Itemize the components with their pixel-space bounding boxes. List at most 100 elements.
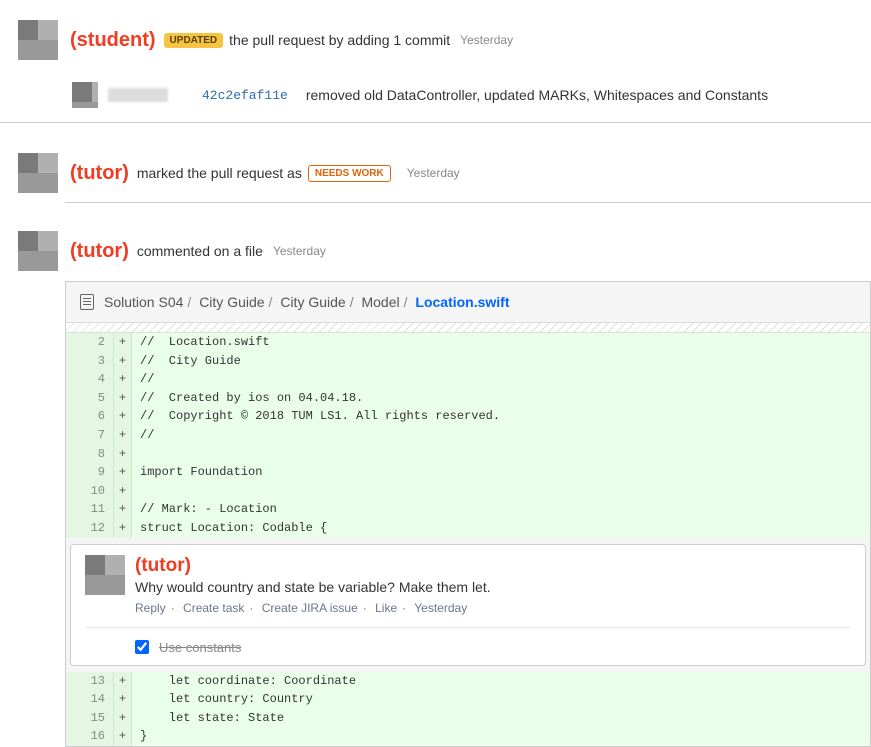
activity-when: Yesterday (407, 166, 460, 180)
file-header: Solution S04/ City Guide/ City Guide/ Mo… (66, 282, 870, 323)
line-number: 4 (66, 370, 114, 389)
code-line[interactable]: 6+// Copyright © 2018 TUM LS1. All right… (66, 407, 870, 426)
diff-sign: + (114, 352, 132, 371)
code-line[interactable]: 10+ (66, 482, 870, 501)
code-line[interactable]: 14+ let country: Country (66, 690, 870, 709)
commit-row[interactable]: 42c2efaf11e removed old DataController, … (0, 70, 871, 123)
code-text: let country: Country (132, 690, 313, 709)
code-text: struct Location: Codable { (132, 519, 327, 538)
activity-text: marked the pull request as (137, 165, 302, 181)
diff-sign: + (114, 500, 132, 519)
diff-sign: + (114, 370, 132, 389)
badge-updated: UPDATED (164, 33, 224, 48)
file-icon (80, 294, 94, 310)
path-part[interactable]: City Guide (280, 294, 345, 310)
avatar[interactable] (85, 555, 125, 595)
line-number: 12 (66, 519, 114, 538)
code-line[interactable]: 7+// (66, 426, 870, 445)
avatar[interactable] (18, 231, 58, 271)
code-line[interactable]: 8+ (66, 445, 870, 464)
role-tutor-label: (tutor) (70, 240, 129, 263)
code-line[interactable]: 9+import Foundation (66, 463, 870, 482)
diff-sign: + (114, 407, 132, 426)
line-number: 11 (66, 500, 114, 519)
role-tutor-label: (tutor) (135, 555, 191, 576)
code-line[interactable]: 2+// Location.swift (66, 333, 870, 352)
code-block-top: 2+// Location.swift3+// City Guide4+//5+… (66, 333, 870, 538)
code-panel: Solution S04/ City Guide/ City Guide/ Mo… (65, 281, 871, 747)
code-block-bottom: 13+ let coordinate: Coordinate14+ let co… (66, 672, 870, 746)
code-line[interactable]: 15+ let state: State (66, 709, 870, 728)
diff-sign: + (114, 445, 132, 464)
commit-hash[interactable]: 42c2efaf11e (202, 88, 288, 103)
path-part[interactable]: City Guide (199, 294, 264, 310)
code-text (132, 445, 140, 464)
reply-link[interactable]: Reply (135, 601, 166, 615)
diff-sign: + (114, 727, 132, 746)
code-line[interactable]: 5+// Created by ios on 04.04.18. (66, 389, 870, 408)
code-line[interactable]: 3+// City Guide (66, 352, 870, 371)
create-task-link[interactable]: Create task (183, 601, 244, 615)
activity-needswork: (tutor) marked the pull request as NEEDS… (0, 143, 871, 203)
comment-body: Why would country and state be variable?… (135, 579, 491, 595)
code-line[interactable]: 12+struct Location: Codable { (66, 519, 870, 538)
line-number: 3 (66, 352, 114, 371)
diff-sign: + (114, 426, 132, 445)
code-line[interactable]: 16+} (66, 727, 870, 746)
activity-commented: (tutor) commented on a file Yesterday (0, 221, 871, 281)
avatar[interactable] (72, 82, 98, 108)
line-number: 2 (66, 333, 114, 352)
line-number: 9 (66, 463, 114, 482)
task-row: Use constants (85, 627, 851, 655)
line-number: 13 (66, 672, 114, 691)
line-number: 7 (66, 426, 114, 445)
task-text[interactable]: Use constants (159, 640, 241, 655)
activity-updated: (student) UPDATED the pull request by ad… (0, 10, 871, 70)
comment-actions: Reply· Create task· Create JIRA issue· L… (135, 601, 491, 615)
diff-sign: + (114, 690, 132, 709)
author-name-redacted (108, 88, 168, 102)
diff-sign: + (114, 389, 132, 408)
line-number: 14 (66, 690, 114, 709)
code-text: // Mark: - Location (132, 500, 277, 519)
diff-sign: + (114, 463, 132, 482)
line-number: 15 (66, 709, 114, 728)
line-number: 10 (66, 482, 114, 501)
code-text (132, 482, 140, 501)
activity-text: commented on a file (137, 243, 263, 259)
line-number: 16 (66, 727, 114, 746)
role-student-label: (student) (70, 29, 156, 52)
file-name-link[interactable]: Location.swift (415, 294, 509, 310)
diff-sign: + (114, 672, 132, 691)
task-checkbox[interactable] (135, 640, 149, 654)
code-line[interactable]: 11+// Mark: - Location (66, 500, 870, 519)
code-text: // (132, 426, 154, 445)
diff-sign: + (114, 482, 132, 501)
path-part[interactable]: Model (361, 294, 399, 310)
activity-text: the pull request by adding 1 commit (229, 32, 450, 48)
activity-when: Yesterday (460, 33, 513, 47)
create-jira-link[interactable]: Create JIRA issue (262, 601, 358, 615)
diff-sign: + (114, 333, 132, 352)
code-line[interactable]: 13+ let coordinate: Coordinate (66, 672, 870, 691)
inline-comment: (tutor) Why would country and state be v… (70, 544, 866, 666)
code-text: } (132, 727, 147, 746)
file-path: Solution S04/ City Guide/ City Guide/ Mo… (104, 294, 510, 310)
code-text: // City Guide (132, 352, 241, 371)
role-tutor-label: (tutor) (70, 162, 129, 185)
line-number: 5 (66, 389, 114, 408)
comment-when: Yesterday (414, 601, 467, 615)
torn-edge (66, 323, 870, 333)
line-number: 8 (66, 445, 114, 464)
code-text: // Location.swift (132, 333, 270, 352)
code-text: let state: State (132, 709, 284, 728)
commit-message: removed old DataController, updated MARK… (306, 87, 768, 103)
avatar[interactable] (18, 20, 58, 60)
path-part[interactable]: Solution S04 (104, 294, 183, 310)
code-line[interactable]: 4+// (66, 370, 870, 389)
avatar[interactable] (18, 153, 58, 193)
code-text: import Foundation (132, 463, 262, 482)
like-link[interactable]: Like (375, 601, 397, 615)
badge-needswork: NEEDS WORK (308, 165, 391, 182)
code-text: // Created by ios on 04.04.18. (132, 389, 363, 408)
